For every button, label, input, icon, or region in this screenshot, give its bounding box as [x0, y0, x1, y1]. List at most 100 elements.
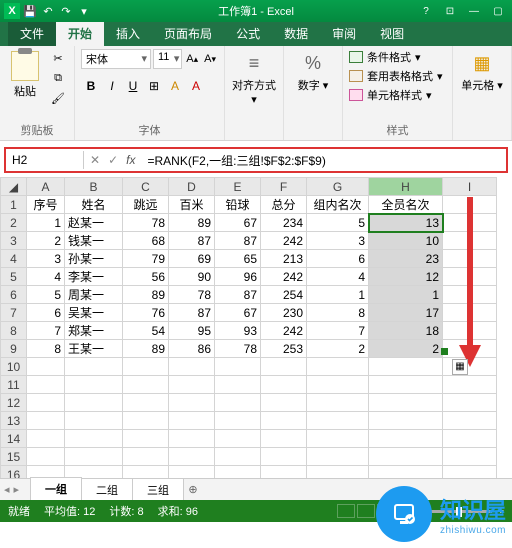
cell-D8[interactable]: 95 — [169, 322, 215, 340]
cell-F10[interactable] — [261, 358, 307, 376]
cell-C12[interactable] — [123, 394, 169, 412]
cell-B15[interactable] — [65, 448, 123, 466]
cell-H9[interactable]: 2 — [369, 340, 443, 358]
paste-button[interactable]: 粘贴 — [6, 49, 44, 99]
tab-file[interactable]: 文件 — [8, 21, 56, 46]
col-header-E[interactable]: E — [215, 178, 261, 196]
cell-E3[interactable]: 87 — [215, 232, 261, 250]
cell-G7[interactable]: 8 — [307, 304, 369, 322]
cell-E9[interactable]: 78 — [215, 340, 261, 358]
cell-F2[interactable]: 234 — [261, 214, 307, 232]
tab-data[interactable]: 数据 — [272, 21, 320, 46]
cell-G8[interactable]: 7 — [307, 322, 369, 340]
cell-G1[interactable]: 组内名次 — [307, 196, 369, 214]
row-header-5[interactable]: 5 — [1, 268, 27, 286]
cell-H14[interactable] — [369, 430, 443, 448]
cell-A10[interactable] — [27, 358, 65, 376]
cell-F8[interactable]: 242 — [261, 322, 307, 340]
cell-D4[interactable]: 69 — [169, 250, 215, 268]
row-header-7[interactable]: 7 — [1, 304, 27, 322]
cell-D6[interactable]: 78 — [169, 286, 215, 304]
cell-H7[interactable]: 17 — [369, 304, 443, 322]
cell-A13[interactable] — [27, 412, 65, 430]
cell-F9[interactable]: 253 — [261, 340, 307, 358]
cell-G5[interactable]: 4 — [307, 268, 369, 286]
cell-F13[interactable] — [261, 412, 307, 430]
col-header-C[interactable]: C — [123, 178, 169, 196]
fill-handle[interactable] — [441, 348, 448, 355]
format-painter-button[interactable]: 🖌 — [48, 89, 68, 107]
minimize-button[interactable]: — — [462, 2, 486, 20]
cell-C7[interactable]: 76 — [123, 304, 169, 322]
cell-C8[interactable]: 54 — [123, 322, 169, 340]
row-header-10[interactable]: 10 — [1, 358, 27, 376]
cell-D11[interactable] — [169, 376, 215, 394]
font-name-select[interactable]: 宋体 — [81, 49, 151, 69]
cell-H2[interactable]: 13 — [369, 214, 443, 232]
cell-E13[interactable] — [215, 412, 261, 430]
cell-D12[interactable] — [169, 394, 215, 412]
cell-G2[interactable]: 5 — [307, 214, 369, 232]
fx-icon[interactable]: fx — [126, 153, 135, 167]
cell-A9[interactable]: 8 — [27, 340, 65, 358]
cell-A7[interactable]: 6 — [27, 304, 65, 322]
cell-D5[interactable]: 90 — [169, 268, 215, 286]
cell-H11[interactable] — [369, 376, 443, 394]
cell-D9[interactable]: 86 — [169, 340, 215, 358]
col-header-D[interactable]: D — [169, 178, 215, 196]
cell-E11[interactable] — [215, 376, 261, 394]
cell-D2[interactable]: 89 — [169, 214, 215, 232]
tab-insert[interactable]: 插入 — [104, 21, 152, 46]
cell-C6[interactable]: 89 — [123, 286, 169, 304]
cells-button[interactable]: ▦ 单元格 ▾ — [459, 49, 505, 93]
cell-D14[interactable] — [169, 430, 215, 448]
cell-C14[interactable] — [123, 430, 169, 448]
cell-B10[interactable] — [65, 358, 123, 376]
cell-A8[interactable]: 7 — [27, 322, 65, 340]
cell-E10[interactable] — [215, 358, 261, 376]
cell-E15[interactable] — [215, 448, 261, 466]
col-header-F[interactable]: F — [261, 178, 307, 196]
cell-H15[interactable] — [369, 448, 443, 466]
cell-D15[interactable] — [169, 448, 215, 466]
cell-H8[interactable]: 18 — [369, 322, 443, 340]
cell-C1[interactable]: 跳远 — [123, 196, 169, 214]
maximize-button[interactable]: ▢ — [486, 2, 510, 20]
shrink-font-button[interactable]: A▾ — [202, 50, 218, 68]
border-button[interactable]: ⊞ — [144, 76, 164, 96]
col-header-I[interactable]: I — [443, 178, 497, 196]
cell-C2[interactable]: 78 — [123, 214, 169, 232]
cell-C15[interactable] — [123, 448, 169, 466]
row-header-13[interactable]: 13 — [1, 412, 27, 430]
cell-D7[interactable]: 87 — [169, 304, 215, 322]
tab-formulas[interactable]: 公式 — [224, 21, 272, 46]
cut-button[interactable]: ✂ — [48, 49, 68, 67]
tab-layout[interactable]: 页面布局 — [152, 21, 224, 46]
cell-C4[interactable]: 79 — [123, 250, 169, 268]
sheet-tab-2[interactable]: 二组 — [81, 478, 133, 501]
cell-F6[interactable]: 254 — [261, 286, 307, 304]
cell-E2[interactable]: 67 — [215, 214, 261, 232]
cell-H4[interactable]: 23 — [369, 250, 443, 268]
underline-button[interactable]: U — [123, 76, 143, 96]
copy-button[interactable]: ⧉ — [48, 69, 68, 87]
enter-icon[interactable]: ✓ — [108, 153, 118, 167]
cell-B7[interactable]: 吴某一 — [65, 304, 123, 322]
row-header-1[interactable]: 1 — [1, 196, 27, 214]
cell-H3[interactable]: 10 — [369, 232, 443, 250]
cell-B4[interactable]: 孙某一 — [65, 250, 123, 268]
col-header-G[interactable]: G — [307, 178, 369, 196]
new-sheet-button[interactable]: ⊕ — [183, 483, 203, 496]
cell-A2[interactable]: 1 — [27, 214, 65, 232]
cell-A5[interactable]: 4 — [27, 268, 65, 286]
cell-A14[interactable] — [27, 430, 65, 448]
sheet-nav-prev-icon[interactable]: ◂ — [4, 483, 10, 496]
cell-I15[interactable] — [443, 448, 497, 466]
tab-view[interactable]: 视图 — [368, 21, 416, 46]
cell-G10[interactable] — [307, 358, 369, 376]
grow-font-button[interactable]: A▴ — [184, 50, 200, 68]
formula-input[interactable]: =RANK(F2,一组:三组!$F$2:$F$9) — [141, 150, 506, 171]
cell-H12[interactable] — [369, 394, 443, 412]
cell-G13[interactable] — [307, 412, 369, 430]
cell-A6[interactable]: 5 — [27, 286, 65, 304]
